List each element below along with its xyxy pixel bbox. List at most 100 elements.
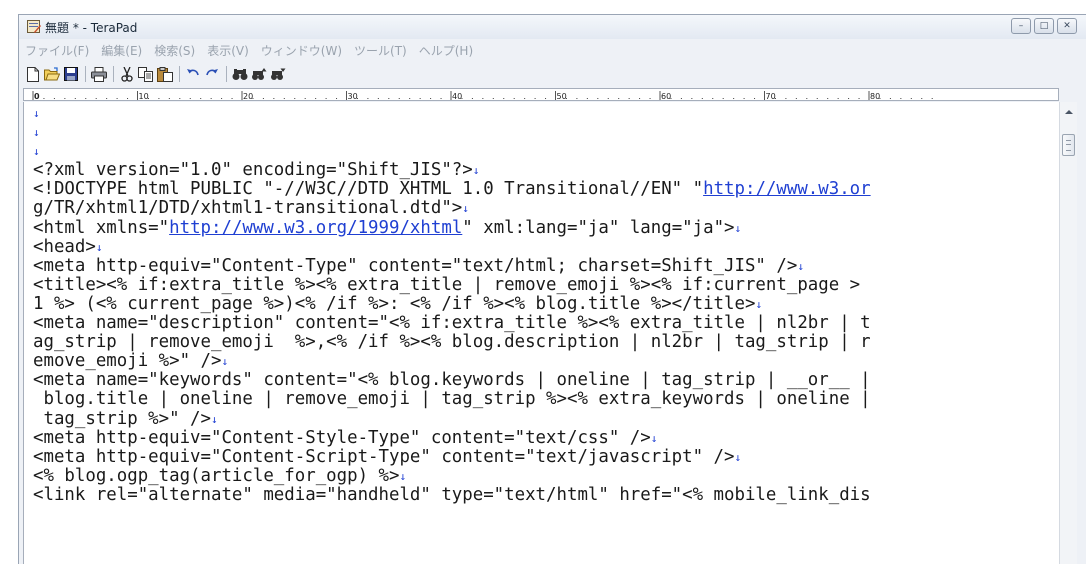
find-button[interactable] [232, 66, 248, 82]
ruler-minor-tick [262, 98, 264, 99]
redo-button[interactable] [204, 66, 220, 82]
text-editor[interactable]: ↓ ↓ ↓ <?xml version="1.0" encoding="Shift_J… [23, 102, 1060, 564]
ruler-minor-tick [795, 98, 797, 99]
newline-mark-icon: ↓ [650, 431, 658, 445]
find-prev-button[interactable] [270, 66, 286, 82]
toolbar-separator [226, 66, 227, 82]
code-text: <meta name="keywords" content="<% blog.k… [33, 370, 871, 391]
code-line[interactable]: <meta name="description" content="<% if:… [33, 313, 871, 333]
scroll-thumb[interactable] [1062, 134, 1075, 156]
url-link[interactable]: http://www.w3.org/1999/xhtml [169, 218, 462, 238]
print-button[interactable] [91, 66, 107, 82]
ruler-minor-tick [430, 98, 432, 99]
ruler-minor-tick [639, 98, 641, 99]
toolbar-separator [113, 66, 114, 82]
code-line[interactable]: <html xmlns="http://www.w3.org/1999/xhtm… [33, 217, 871, 238]
menu-help[interactable]: ヘルプ(H) [419, 42, 473, 59]
copy-button[interactable] [138, 66, 154, 82]
ruler-minor-tick [179, 98, 181, 99]
toolbar [19, 62, 1086, 86]
new-file-button[interactable] [25, 66, 41, 82]
url-link[interactable]: http://www.w3.or [703, 179, 871, 199]
code-line[interactable]: <meta http-equiv="Content-Type" content=… [33, 256, 871, 276]
find-next-button[interactable] [251, 66, 267, 82]
ruler-minor-tick [315, 98, 317, 99]
save-button[interactable] [63, 66, 79, 82]
ruler-minor-tick [858, 98, 860, 99]
code-line[interactable]: <link rel="alternate" media="handheld" t… [33, 485, 871, 505]
code-text: <head> [33, 236, 96, 257]
ruler-minor-tick [534, 98, 536, 99]
vertical-scrollbar[interactable] [1059, 102, 1078, 564]
close-button[interactable]: ✕ [1057, 18, 1077, 34]
code-text: 1 %> (<% current_page %>)<% /if %>: <% /… [33, 293, 756, 314]
ruler-minor-tick [680, 98, 682, 99]
maximize-button[interactable]: □ [1034, 18, 1054, 34]
find-prev-icon [271, 68, 286, 80]
ruler-label: 0 [34, 92, 40, 101]
ruler-minor-tick [848, 98, 850, 99]
ruler-minor-tick [158, 98, 160, 99]
ruler-minor-tick [879, 98, 881, 99]
ruler-minor-tick [471, 98, 473, 99]
code-text: <meta http-equiv="Content-Script-Type" c… [33, 446, 735, 467]
newline-mark-icon: ↓ [734, 450, 742, 464]
open-button[interactable] [44, 66, 60, 82]
newline-mark-icon: ↓ [211, 412, 218, 426]
code-line[interactable]: <title><% if:extra_title %><% extra_titl… [33, 275, 871, 295]
ruler-minor-tick [586, 98, 588, 99]
close-icon: ✕ [1063, 21, 1071, 31]
code-line[interactable]: <% blog.ogp_tag(article_for_ogp) %>↓ [33, 466, 871, 486]
code-line[interactable]: g/TR/xhtml1/DTD/xhtml1-transitional.dtd"… [33, 199, 871, 218]
ruler-minor-tick [806, 98, 808, 99]
menu-search[interactable]: 検索(S) [154, 42, 195, 59]
code-line[interactable]: 1 %> (<% current_page %>)<% /if %>: <% /… [33, 293, 871, 314]
ruler-minor-tick [691, 98, 693, 99]
newline-mark-icon: ↓ [797, 259, 804, 273]
menu-file[interactable]: ファイル(F) [25, 42, 89, 59]
title-bar[interactable]: 無題 * - TeraPad – □ ✕ [19, 15, 1086, 39]
terapad-window: 無題 * - TeraPad – □ ✕ ファイル(F) 編集(E) 検索(S)… [18, 14, 1086, 564]
code-line[interactable]: blog.title | oneline | remove_emoji | ta… [33, 390, 871, 409]
code-line[interactable]: emove_emoji %>" />↓ [33, 352, 871, 371]
code-text: emove_emoji %>" /> [33, 351, 222, 372]
ruler-minor-tick [367, 98, 369, 99]
new-file-icon [27, 66, 39, 82]
newline-mark-icon: ↓ [33, 126, 40, 140]
ruler-minor-tick [147, 98, 149, 99]
minimize-button[interactable]: – [1011, 18, 1031, 34]
menu-view[interactable]: 表示(V) [207, 42, 249, 59]
cut-button[interactable] [119, 66, 135, 82]
newline-mark-icon: ↓ [33, 145, 40, 159]
ruler-minor-tick [95, 98, 97, 99]
menu-window[interactable]: ウィンドウ(W) [261, 42, 342, 59]
undo-button[interactable] [185, 66, 201, 82]
find-next-icon [252, 67, 267, 80]
code-line[interactable]: <?xml version="1.0" encoding="Shift_JIS"… [33, 161, 871, 180]
menu-bar: ファイル(F) 編集(E) 検索(S) 表示(V) ウィンドウ(W) ツール(T… [19, 39, 1086, 61]
code-line[interactable]: ↓ [33, 104, 871, 123]
code-line[interactable]: ag_strip | remove_emoji %>,<% /if %><% b… [33, 333, 871, 352]
ruler-label: 40 [452, 92, 462, 101]
ruler-minor-tick [837, 98, 839, 99]
code-line[interactable]: ↓ [33, 142, 871, 161]
ruler-minor-tick [482, 98, 484, 99]
ruler-minor-tick [628, 98, 630, 99]
code-line[interactable]: <head>↓ [33, 236, 871, 257]
menu-edit[interactable]: 編集(E) [101, 42, 142, 59]
code-text: <!DOCTYPE html PUBLIC "-//W3C//DTD XHTML… [33, 179, 704, 200]
code-line[interactable]: <meta http-equiv="Content-Script-Type" c… [33, 446, 871, 467]
code-line[interactable]: tag_strip %>" />↓ [33, 409, 871, 429]
code-text: <meta http-equiv="Content-Style-Type" co… [33, 427, 651, 448]
menu-tools[interactable]: ツール(T) [354, 42, 407, 59]
code-line[interactable]: <meta http-equiv="Content-Style-Type" co… [33, 427, 871, 448]
code-line[interactable]: <!DOCTYPE html PUBLIC "-//W3C//DTD XHTML… [33, 180, 871, 199]
scroll-up-arrow-icon[interactable] [1065, 110, 1073, 114]
code-text: <html xmlns=" [33, 217, 170, 238]
ruler-minor-tick [545, 98, 547, 99]
code-line[interactable]: ↓ [33, 123, 871, 142]
paste-button[interactable] [157, 66, 173, 82]
editor-content[interactable]: ↓ ↓ ↓ <?xml version="1.0" encoding="Shift_J… [33, 104, 871, 505]
code-line[interactable]: <meta name="keywords" content="<% blog.k… [33, 371, 871, 390]
newline-mark-icon: ↓ [734, 221, 742, 235]
